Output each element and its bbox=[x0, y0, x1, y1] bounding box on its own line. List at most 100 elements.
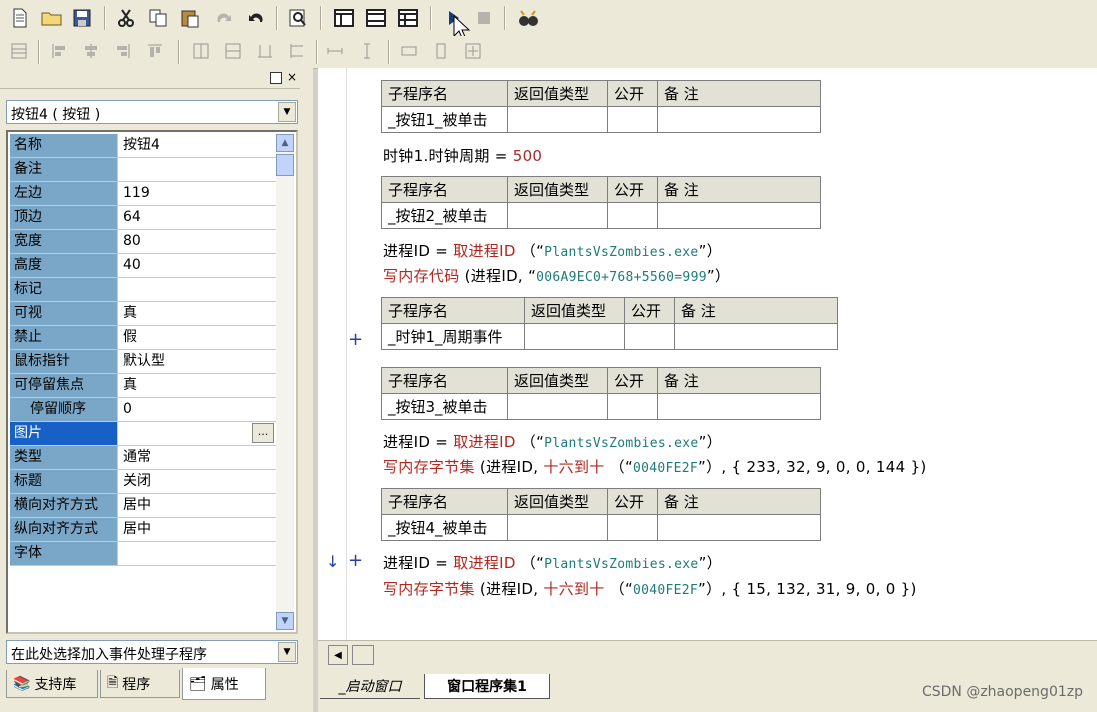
prop-row[interactable]: 高度 40 bbox=[10, 254, 276, 278]
prop-value[interactable]: 64 bbox=[119, 206, 276, 229]
prop-value[interactable]: 40 bbox=[119, 254, 276, 277]
align-middle-icon[interactable] bbox=[190, 40, 212, 62]
sub-note[interactable] bbox=[657, 514, 821, 541]
align-left-icon[interactable] bbox=[48, 40, 70, 62]
align-grid-icon[interactable] bbox=[8, 40, 30, 62]
same-width-icon[interactable] bbox=[254, 40, 276, 62]
expand-icon[interactable]: + bbox=[348, 329, 363, 350]
layout1-icon[interactable] bbox=[332, 6, 356, 30]
scroll-thumb[interactable] bbox=[276, 154, 294, 176]
prop-value[interactable]: 居中 bbox=[119, 518, 276, 541]
code-line[interactable]: 进程ID = 取进程ID （“PlantsVsZombies.exe”） bbox=[383, 240, 722, 261]
tab-support-library[interactable]: 📚 支持库 bbox=[6, 670, 98, 698]
paste-icon[interactable] bbox=[178, 6, 202, 30]
find-icon[interactable] bbox=[286, 6, 310, 30]
tab-window-program-set[interactable]: 窗口程序集1 bbox=[424, 674, 550, 699]
save-icon[interactable] bbox=[70, 6, 94, 30]
copy-icon[interactable] bbox=[146, 6, 170, 30]
prop-row[interactable]: 顶边 64 bbox=[10, 206, 276, 230]
prop-value[interactable]: 默认型 bbox=[119, 350, 276, 373]
same-height-icon[interactable] bbox=[286, 40, 308, 62]
prop-row[interactable]: 纵向对齐方式 居中 bbox=[10, 518, 276, 542]
sub-public[interactable] bbox=[607, 202, 658, 229]
sub-return[interactable] bbox=[507, 106, 608, 133]
sub-public[interactable] bbox=[624, 323, 675, 350]
prop-value[interactable]: 居中 bbox=[119, 494, 276, 517]
expand-icon[interactable]: + bbox=[348, 550, 363, 571]
sub-name[interactable]: _时钟1_周期事件 bbox=[381, 323, 525, 350]
prop-row[interactable]: 标记 bbox=[10, 278, 276, 302]
align-right-icon[interactable] bbox=[112, 40, 134, 62]
prop-row[interactable]: 备注 bbox=[10, 158, 276, 182]
sub-name[interactable]: _按钮2_被单击 bbox=[381, 202, 508, 229]
align-top-icon[interactable] bbox=[144, 40, 166, 62]
sub-name[interactable]: _按钮4_被单击 bbox=[381, 514, 508, 541]
prop-value[interactable]: 按钮4 bbox=[119, 134, 276, 157]
event-select[interactable]: 在此处选择加入事件处理子程序 ▼ bbox=[6, 640, 298, 664]
sub-note[interactable] bbox=[657, 106, 821, 133]
scroll-thumb[interactable] bbox=[352, 645, 374, 665]
sub-return[interactable] bbox=[507, 514, 608, 541]
close-icon[interactable]: × bbox=[287, 70, 297, 84]
sub-public[interactable] bbox=[607, 393, 658, 420]
scroll-left-icon[interactable]: ◀ bbox=[328, 645, 348, 665]
debug-icon[interactable] bbox=[516, 6, 540, 30]
sub-name[interactable]: _按钮1_被单击 bbox=[381, 106, 508, 133]
prop-value[interactable] bbox=[119, 542, 276, 565]
tab-properties[interactable]: 🗂 属性 bbox=[182, 668, 266, 700]
align-bottom-icon[interactable] bbox=[222, 40, 244, 62]
prop-row-selected[interactable]: 图片... bbox=[10, 422, 276, 446]
tab-program[interactable]: 🗎 程序 bbox=[100, 670, 180, 698]
prop-row[interactable]: 禁止假 bbox=[10, 326, 276, 350]
editor-hscrollbar[interactable]: ◀ bbox=[318, 640, 1097, 669]
prop-value[interactable]: 通常 bbox=[119, 446, 276, 469]
prop-row[interactable]: 标题 关闭 bbox=[10, 470, 276, 494]
prop-row[interactable]: 停留顺序 0 bbox=[10, 398, 276, 422]
code-line[interactable]: 写内存字节集 (进程ID, 十六到十 （“0040FE2F”）, { 15, 1… bbox=[383, 578, 917, 599]
code-line[interactable]: 写内存字节集 (进程ID, 十六到十 （“0040FE2F”）, { 233, … bbox=[383, 456, 927, 477]
restore-icon[interactable] bbox=[270, 72, 282, 84]
prop-value[interactable]: 真 bbox=[119, 302, 276, 325]
prop-row[interactable]: 字体 bbox=[10, 542, 276, 566]
redo-icon[interactable] bbox=[212, 6, 236, 30]
code-line[interactable]: 时钟1.时钟周期 = 500 bbox=[383, 145, 542, 166]
layout3-icon[interactable] bbox=[396, 6, 420, 30]
prop-row[interactable]: 左边 119 bbox=[10, 182, 276, 206]
prop-value[interactable]: 假 bbox=[119, 326, 276, 349]
sub-return[interactable] bbox=[507, 202, 608, 229]
sub-public[interactable] bbox=[607, 106, 658, 133]
prop-row[interactable]: 名称 按钮4 bbox=[10, 134, 276, 158]
align-center-icon[interactable] bbox=[80, 40, 102, 62]
sub-return[interactable] bbox=[507, 393, 608, 420]
prop-value[interactable]: 真 bbox=[119, 374, 276, 397]
sub-note[interactable] bbox=[674, 323, 838, 350]
prop-value[interactable]: 119 bbox=[119, 182, 276, 205]
prop-row[interactable]: 横向对齐方式 居中 bbox=[10, 494, 276, 518]
chevron-down-icon[interactable]: ▼ bbox=[278, 642, 296, 662]
prop-value[interactable]: 0 bbox=[119, 398, 276, 421]
prop-value[interactable]: 80 bbox=[119, 230, 276, 253]
code-line[interactable]: 进程ID = 取进程ID （“PlantsVsZombies.exe”） bbox=[383, 431, 722, 452]
sub-public[interactable] bbox=[607, 514, 658, 541]
prop-row[interactable]: 类型 通常 bbox=[10, 446, 276, 470]
undo-icon[interactable] bbox=[244, 6, 268, 30]
open-folder-icon[interactable] bbox=[40, 6, 64, 30]
property-scrollbar[interactable]: ▲ ▼ bbox=[276, 134, 294, 630]
center-h-icon[interactable] bbox=[430, 40, 452, 62]
prop-row[interactable]: 可视真 bbox=[10, 302, 276, 326]
prop-row[interactable]: 可停留焦点真 bbox=[10, 374, 276, 398]
tab-startup-window[interactable]: _启动窗口 bbox=[320, 674, 420, 699]
object-select[interactable]: 按钮4 ( 按钮 ) ▼ bbox=[6, 100, 298, 124]
center-v-icon[interactable] bbox=[462, 40, 484, 62]
v-space-icon[interactable] bbox=[398, 40, 420, 62]
prop-value[interactable] bbox=[119, 158, 276, 181]
scroll-down-icon[interactable]: ▼ bbox=[276, 612, 294, 630]
sub-name[interactable]: _按钮3_被单击 bbox=[381, 393, 508, 420]
chevron-down-icon[interactable]: ▼ bbox=[278, 102, 296, 122]
browse-button[interactable]: ... bbox=[252, 423, 274, 443]
prop-value[interactable] bbox=[119, 278, 276, 301]
prop-row[interactable]: 鼠标指针 默认型 bbox=[10, 350, 276, 374]
prop-row[interactable]: 宽度 80 bbox=[10, 230, 276, 254]
prop-value[interactable]: 关闭 bbox=[119, 470, 276, 493]
sub-note[interactable] bbox=[657, 393, 821, 420]
